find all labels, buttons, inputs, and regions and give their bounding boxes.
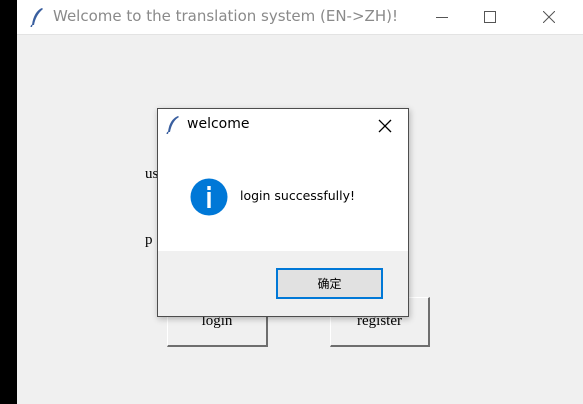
dialog-message: login successfully! bbox=[240, 188, 355, 203]
info-icon bbox=[190, 178, 228, 216]
maximize-icon bbox=[484, 11, 496, 23]
window-title: Welcome to the translation system (EN->Z… bbox=[53, 7, 398, 25]
welcome-dialog: welcome login successfully! 确定 bbox=[157, 108, 409, 317]
ok-button[interactable]: 确定 bbox=[276, 268, 383, 299]
main-titlebar[interactable]: Welcome to the translation system (EN->Z… bbox=[17, 0, 583, 35]
dialog-footer: 确定 bbox=[158, 251, 408, 316]
maximize-button[interactable] bbox=[467, 0, 513, 34]
dialog-titlebar[interactable]: welcome bbox=[158, 109, 408, 141]
dialog-title: welcome bbox=[187, 116, 250, 132]
close-icon[interactable] bbox=[376, 117, 394, 135]
close-button[interactable] bbox=[526, 0, 572, 34]
password-label: p bbox=[145, 232, 153, 248]
minimize-icon bbox=[436, 17, 448, 18]
minimize-button[interactable] bbox=[419, 0, 465, 34]
feather-icon bbox=[30, 8, 43, 27]
feather-icon bbox=[166, 116, 179, 134]
close-icon bbox=[543, 11, 555, 23]
